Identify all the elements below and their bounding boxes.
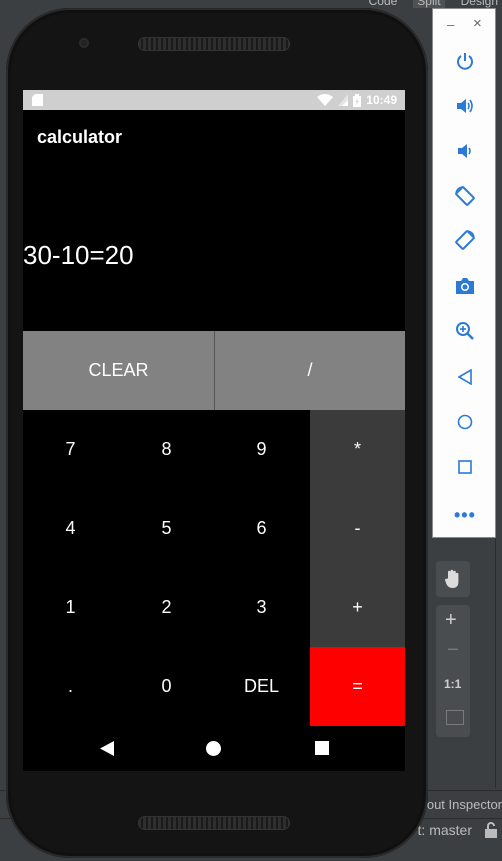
- device-screen: 10:49 calculator 30-10=20 CLEAR / 7 8 9 …: [23, 90, 405, 771]
- rotate-left-icon: [455, 186, 475, 206]
- digit-5-button[interactable]: 5: [119, 489, 214, 568]
- zoom-actual-size-button[interactable]: 1:1: [444, 677, 461, 691]
- power-icon: [457, 53, 473, 70]
- clear-button[interactable]: CLEAR: [23, 331, 215, 410]
- zoom-controls: + − 1:1: [436, 605, 470, 737]
- screenshot-button[interactable]: [454, 275, 476, 297]
- rotate-right-button[interactable]: [454, 229, 476, 251]
- minimize-button[interactable]: –: [447, 17, 454, 32]
- device-frame: 10:49 calculator 30-10=20 CLEAR / 7 8 9 …: [6, 8, 428, 858]
- back-icon: [458, 369, 472, 385]
- app-title: calculator: [37, 127, 123, 147]
- digit-3-button[interactable]: 3: [214, 568, 309, 647]
- status-icons: 10:49: [317, 93, 397, 107]
- tab-split[interactable]: Split: [413, 0, 445, 8]
- digit-2-button[interactable]: 2: [119, 568, 214, 647]
- divide-button[interactable]: /: [215, 331, 405, 410]
- signal-icon: [338, 94, 349, 106]
- zoom-to-fit-icon[interactable]: [446, 710, 464, 725]
- digit-4-button[interactable]: 4: [23, 489, 118, 568]
- volume-up-icon: [457, 99, 473, 113]
- emulator-toolbar-header: – ×: [433, 9, 495, 41]
- back-icon[interactable]: [100, 741, 114, 756]
- status-time: 10:49: [366, 93, 397, 107]
- decimal-button[interactable]: .: [23, 647, 118, 726]
- zoom-icon: [456, 322, 474, 340]
- android-nav-bar: [23, 726, 405, 771]
- more-options-button[interactable]: •••: [454, 505, 476, 526]
- volume-down-icon: [458, 144, 471, 158]
- ide-toolbar: Code Split Design: [0, 0, 502, 8]
- digit-9-button[interactable]: 9: [214, 410, 309, 489]
- earpiece-speaker: [138, 37, 290, 51]
- emulator-toolbar: – × •••: [432, 8, 496, 538]
- plus-button[interactable]: +: [310, 568, 405, 648]
- home-icon[interactable]: [206, 741, 221, 756]
- multiply-button[interactable]: *: [310, 410, 405, 490]
- sd-card-icon: [32, 94, 43, 106]
- keypad: 7 8 9 * 4 5 6 - 1 2 3 + . 0 DEL =: [23, 410, 405, 726]
- ide-view-tabs: Code Split Design: [365, 0, 502, 8]
- recent-apps-icon[interactable]: [315, 741, 329, 755]
- power-button[interactable]: [454, 51, 476, 73]
- git-branch-label[interactable]: t: master: [418, 822, 472, 838]
- overview-icon: [458, 460, 472, 474]
- layout-inspector-tab[interactable]: out Inspector: [427, 797, 502, 812]
- close-button[interactable]: ×: [473, 15, 482, 32]
- volume-up-button[interactable]: [454, 95, 476, 117]
- equals-button[interactable]: =: [310, 647, 405, 726]
- bottom-speaker: [138, 816, 290, 830]
- ide-side-strip: [495, 8, 502, 788]
- pan-tool-button[interactable]: [436, 561, 470, 597]
- calculator-display: 30-10=20: [23, 240, 134, 270]
- home-icon: [457, 414, 473, 430]
- status-bar: 10:49: [23, 90, 405, 110]
- emulator-back-button[interactable]: [454, 366, 476, 388]
- rotate-right-icon: [455, 230, 475, 250]
- top-button-row: CLEAR /: [23, 331, 405, 410]
- tab-design[interactable]: Design: [457, 0, 502, 8]
- tab-code[interactable]: Code: [365, 0, 402, 8]
- hand-icon: [445, 569, 459, 588]
- minus-button[interactable]: -: [310, 489, 405, 569]
- zoom-out-button[interactable]: −: [447, 639, 459, 662]
- digit-7-button[interactable]: 7: [23, 410, 118, 489]
- rotate-left-button[interactable]: [454, 185, 476, 207]
- camera-icon: [456, 278, 474, 294]
- volume-down-button[interactable]: [454, 140, 476, 162]
- battery-icon: [353, 93, 362, 107]
- emulator-home-button[interactable]: [454, 411, 476, 433]
- zoom-in-button[interactable]: +: [445, 609, 457, 632]
- digit-6-button[interactable]: 6: [214, 489, 309, 568]
- wifi-icon: [317, 94, 334, 106]
- delete-button[interactable]: DEL: [214, 647, 309, 726]
- digit-1-button[interactable]: 1: [23, 568, 118, 647]
- digit-0-button[interactable]: 0: [119, 647, 214, 726]
- lock-icon: [485, 822, 497, 838]
- front-camera: [79, 38, 89, 48]
- emulator-overview-button[interactable]: [454, 456, 476, 478]
- digit-8-button[interactable]: 8: [119, 410, 214, 489]
- zoom-button[interactable]: [454, 320, 476, 342]
